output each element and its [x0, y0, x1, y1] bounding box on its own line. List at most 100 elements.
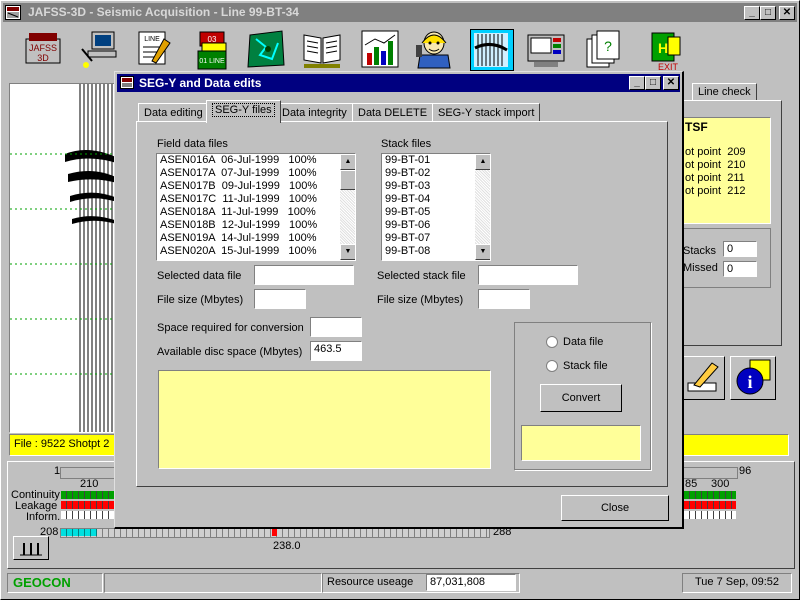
info-button[interactable]: i	[730, 356, 776, 400]
progress-marker	[272, 529, 277, 536]
list-item[interactable]: 99-BT-05	[382, 206, 490, 219]
list-item[interactable]: ASEN017C 11-Jul-1999 100%	[157, 193, 355, 206]
list-item[interactable]: ASEN020A 15-Jul-1999 100%	[157, 245, 355, 258]
status-resource: Resource useage 87,031,808	[322, 573, 520, 593]
exit-door-icon: H EXIT	[651, 32, 681, 72]
tab-data-delete[interactable]: Data DELETE	[352, 103, 434, 122]
line-folders-icon: 0301 LINE	[197, 31, 227, 70]
svg-text:?: ?	[604, 38, 612, 54]
space-required-field[interactable]	[310, 317, 362, 337]
field-data-scrollbar[interactable]: ▲ ▼	[340, 154, 355, 260]
stacks-group	[681, 228, 771, 288]
message-area[interactable]	[158, 370, 491, 469]
scroll-up-button[interactable]: ▲	[340, 154, 355, 170]
exit-button[interactable]: H EXIT	[646, 29, 686, 72]
monitor-panel-button[interactable]	[526, 29, 566, 69]
dialog-close-button[interactable]: ✕	[663, 76, 679, 90]
resource-label: Resource useage	[327, 576, 414, 588]
minimize-button[interactable]: _	[744, 6, 760, 20]
book-button[interactable]	[302, 29, 342, 69]
traces-mini-button[interactable]	[13, 536, 49, 560]
tab-seg-y-stack-import[interactable]: SEG-Y stack import	[432, 103, 541, 122]
marker-value: 238.0	[273, 540, 301, 552]
dialog-minimize-button[interactable]: _	[629, 76, 645, 90]
dialog-maximize-button[interactable]: □	[645, 76, 661, 90]
leakage-cells-left	[61, 501, 114, 509]
arrow-up-icon: ▲	[344, 158, 352, 165]
stack-files-list[interactable]: 99-BT-01 99-BT-02 99-BT-03 99-BT-04 99-B…	[381, 153, 491, 261]
close-button[interactable]: Close	[561, 495, 669, 521]
file-size-label: File size (Mbytes)	[157, 294, 244, 306]
inform-label: Inform.	[26, 511, 61, 523]
shotpoint-row: ot point 211	[685, 172, 745, 184]
data-file-radio-label: Data file	[563, 336, 604, 348]
line-folders-button[interactable]: 03 01 LINE	[196, 29, 236, 70]
line-notepad-button[interactable]: LINE	[134, 29, 174, 69]
files-stack-button[interactable]: ?	[584, 29, 624, 69]
selected-data-field[interactable]	[254, 265, 354, 285]
map-icon	[247, 30, 285, 68]
jafss-3d-logo-icon: JAFSS3D	[25, 33, 61, 64]
list-item[interactable]: ASEN017B 09-Jul-1999 100%	[157, 180, 355, 193]
convert-status-field	[521, 425, 641, 461]
status-empty	[104, 573, 322, 593]
list-item[interactable]: 99-BT-04	[382, 193, 490, 206]
datetime-text: Tue 7 Sep, 09:52	[695, 576, 779, 588]
dialog-title-bar[interactable]: SEG-Y and Data edits _ □ ✕	[117, 74, 680, 92]
tick-right-b: 300	[711, 478, 730, 490]
field-data-list[interactable]: ASEN016A 06-Jul-1999 100% ASEN017A 07-Ju…	[156, 153, 356, 261]
counter-left: 208	[40, 526, 59, 538]
list-item[interactable]: ASEN017A 07-Jul-1999 100%	[157, 167, 355, 180]
operator-button[interactable]	[414, 29, 454, 69]
chart-button[interactable]	[360, 29, 400, 69]
stack-files-scrollbar[interactable]: ▲ ▼	[475, 154, 490, 260]
tab-data-editing[interactable]: Data editing	[138, 103, 209, 122]
list-item[interactable]: ASEN018A 11-Jul-1999 100%	[157, 206, 355, 219]
file-size-field[interactable]	[254, 289, 306, 309]
main-title-bar[interactable]: JAFSS-3D - Seismic Acquisition - Line 99…	[3, 3, 797, 22]
list-item[interactable]: 99-BT-07	[382, 232, 490, 245]
info-icon: i	[736, 359, 771, 395]
seismic-traces-button[interactable]	[470, 29, 514, 71]
scroll-down-button[interactable]: ▼	[340, 244, 355, 260]
shotpoint-row: ot point 210	[685, 159, 746, 171]
maximize-button[interactable]: □	[760, 6, 776, 20]
close-window-button[interactable]: ✕	[779, 6, 795, 20]
selected-data-label: Selected data file	[157, 270, 242, 282]
svg-text:i: i	[747, 372, 752, 392]
list-item[interactable]: 99-BT-06	[382, 219, 490, 232]
data-file-radio[interactable]	[546, 336, 558, 348]
tab-data-integrity[interactable]: Data integrity	[276, 103, 353, 122]
stack-size-field[interactable]	[478, 289, 530, 309]
list-item[interactable]: 99-BT-02	[382, 167, 490, 180]
network-button[interactable]	[78, 29, 118, 69]
list-item[interactable]: 99-BT-01	[382, 154, 490, 167]
edit-pencil-button[interactable]	[683, 356, 725, 400]
list-item[interactable]: 99-BT-03	[382, 180, 490, 193]
available-space-field[interactable]: 463.5	[310, 341, 362, 361]
continuity-cells-left	[61, 491, 114, 499]
convert-button[interactable]: Convert	[540, 384, 622, 412]
selected-stack-field[interactable]	[478, 265, 578, 285]
progress-fill	[61, 529, 97, 536]
map-button[interactable]	[246, 29, 286, 69]
exit-label: EXIT	[658, 62, 679, 71]
scroll-down-button[interactable]: ▼	[475, 244, 490, 260]
stack-file-radio[interactable]	[546, 360, 558, 372]
seismic-display[interactable]	[9, 83, 121, 433]
list-item[interactable]: ASEN016A 06-Jul-1999 100%	[157, 154, 355, 167]
seismic-traces-plot	[10, 84, 120, 432]
stacks-label: Stacks	[683, 245, 717, 257]
list-item[interactable]: ASEN018B 12-Jul-1999 100%	[157, 219, 355, 232]
jafss-3d-logo-button[interactable]: JAFSS 3D	[24, 29, 64, 69]
chart-icon	[361, 30, 399, 68]
tab-data-editing-label: Data editing	[144, 107, 203, 119]
tab-line-check[interactable]: Line check	[692, 83, 757, 100]
scroll-thumb[interactable]	[340, 170, 355, 190]
selected-stack-label: Selected stack file	[377, 270, 466, 282]
list-item[interactable]: ASEN019A 14-Jul-1999 100%	[157, 232, 355, 245]
scroll-up-button[interactable]: ▲	[475, 154, 490, 170]
tab-seg-y-files[interactable]: SEG-Y files	[206, 100, 281, 123]
list-item[interactable]: 99-BT-08	[382, 245, 490, 258]
scale-start: 1	[54, 465, 61, 477]
